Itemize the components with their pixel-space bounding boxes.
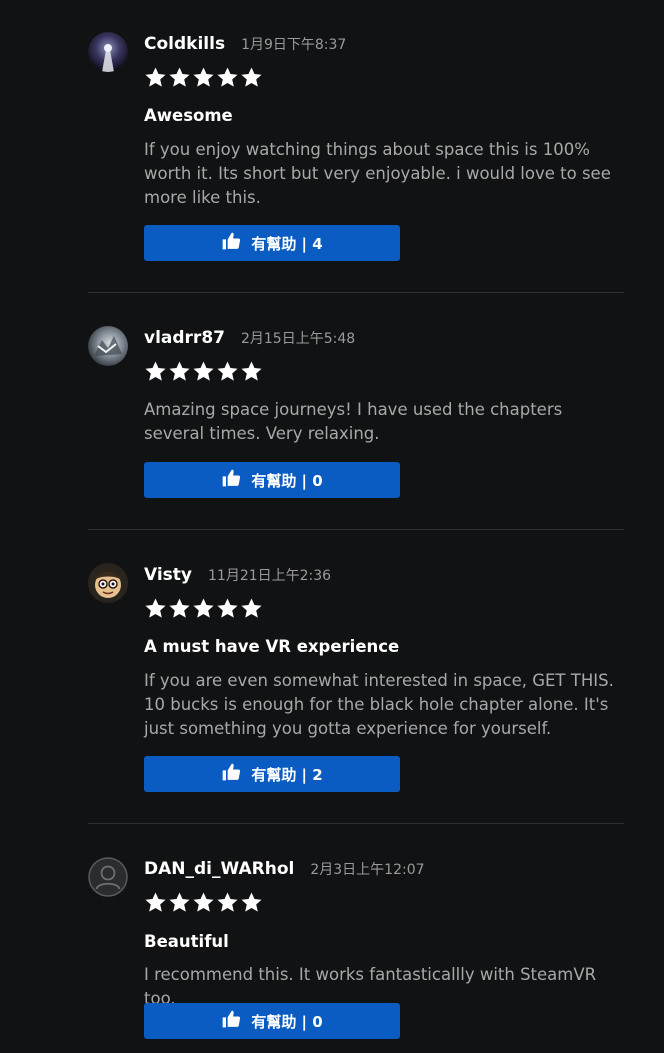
star-icon [193,598,214,618]
review-title: Beautiful [144,932,229,951]
star-icon [169,361,190,381]
username[interactable]: DAN_di_WARhol [144,859,294,879]
review-card: DAN_di_WARhol 2月3日上午12:07 Beautiful I re… [88,857,624,1047]
review-date: 1月9日下午8:37 [241,37,347,53]
review-card: vladrr87 2月15日上午5:48 Amazing space journ… [88,326,624,506]
star-icon [145,67,166,87]
helpful-button[interactable]: 有幫助 | 0 [144,462,400,498]
star-icon [241,598,262,618]
divider [88,292,624,293]
star-icon [217,598,238,618]
review-header: Coldkills 1月9日下午8:37 [144,34,346,54]
avatar[interactable] [88,563,128,603]
star-icon [241,361,262,381]
review-text: Amazing space journeys! I have used the … [144,400,563,443]
review-card: Visty 11月21日上午2:36 A must have VR experi… [88,563,624,803]
thumbs-up-icon [222,232,241,250]
review-date: 2月15日上午5:48 [240,331,356,347]
star-rating [144,66,263,89]
review-date: 2月3日上午12:07 [310,862,425,878]
star-rating [144,360,263,383]
helpful-label: 有幫助 | 2 [251,765,323,784]
avatar[interactable] [88,857,128,897]
review-card: Coldkills 1月9日下午8:37 Awesome If you enjo… [88,32,624,272]
thumbs-up-icon [222,763,241,781]
star-rating [144,891,263,914]
user-icon [88,857,128,897]
star-icon [169,598,190,618]
star-icon [217,892,238,912]
star-icon [241,67,262,87]
star-icon [193,892,214,912]
divider [88,823,624,824]
review-title: A must have VR experience [144,637,400,656]
helpful-button[interactable]: 有幫助 | 2 [144,756,400,792]
star-icon [241,892,262,912]
review-header: Visty 11月21日上午2:36 [144,565,331,585]
review-text: If you enjoy watching things about space… [144,140,611,207]
thumbs-up-icon [222,1010,241,1028]
helpful-button[interactable]: 有幫助 | 0 [144,1003,400,1039]
star-icon [193,67,214,87]
helpful-label: 有幫助 | 4 [251,234,323,253]
star-icon [145,892,166,912]
review-text: If you are even somewhat interested in s… [144,671,614,738]
star-icon [193,361,214,381]
divider [88,529,624,530]
star-icon [145,598,166,618]
review-header: DAN_di_WARhol 2月3日上午12:07 [144,859,425,879]
helpful-button[interactable]: 有幫助 | 4 [144,225,400,261]
star-icon [169,67,190,87]
username[interactable]: Coldkills [144,34,225,54]
avatar[interactable] [88,32,128,72]
review-header: vladrr87 2月15日上午5:48 [144,328,355,348]
review-title: Awesome [144,106,233,125]
helpful-label: 有幫助 | 0 [251,471,323,490]
review-date: 11月21日上午2:36 [208,568,332,584]
star-rating [144,597,263,620]
username[interactable]: Visty [144,565,192,585]
star-icon [169,892,190,912]
star-icon [145,361,166,381]
username[interactable]: vladrr87 [144,328,225,348]
star-icon [217,67,238,87]
star-icon [217,361,238,381]
avatar[interactable] [88,326,128,366]
helpful-label: 有幫助 | 0 [251,1012,323,1031]
thumbs-up-icon [222,469,241,487]
